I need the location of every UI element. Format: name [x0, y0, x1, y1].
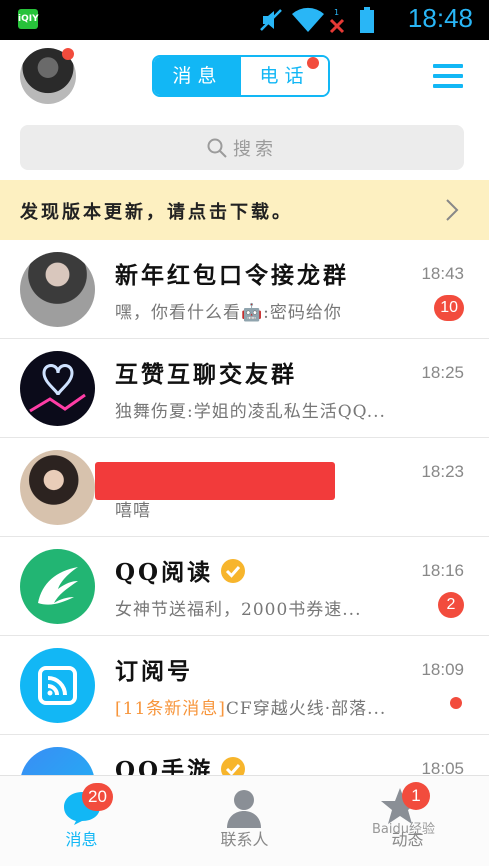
conversation-preview: 独舞伤夏:学姐的凌乱私生活QQ...: [115, 402, 386, 422]
search-bar[interactable]: 搜索: [20, 125, 464, 170]
unread-count-badge: 2: [438, 592, 464, 618]
conversation-row[interactable]: 互赞互聊交友群 独舞伤夏:学姐的凌乱私生活QQ... 18:25: [0, 339, 489, 438]
group-avatar: [20, 351, 95, 426]
group-avatar: [20, 252, 95, 327]
tab-label: 联系人: [220, 830, 269, 849]
conversation-title: 互赞互聊交友群: [115, 361, 297, 388]
iqiyi-app-icon: iQIY: [18, 9, 39, 29]
conversation-row[interactable]: QQ阅读 女神节送福利，2000书券速... 18:16 2: [0, 537, 489, 636]
conversation-time: 18:16: [421, 561, 464, 580]
verified-badge-icon: [221, 559, 246, 583]
search-placeholder: 搜索: [233, 138, 277, 160]
mute-icon: [260, 9, 282, 31]
conversation-preview-text: CF穿越火线·部落...: [225, 699, 387, 719]
subscription-avatar: [20, 648, 95, 723]
qq-reader-avatar: [20, 549, 95, 624]
redacted-name: [95, 462, 335, 500]
tab-contacts[interactable]: 联系人: [163, 776, 326, 866]
conversation-title: 订阅号: [115, 658, 193, 685]
clock: 18:48: [407, 3, 473, 33]
feed-badge: 1: [402, 782, 430, 810]
conversation-preview: 女神节送福利，2000书券速...: [115, 600, 362, 620]
status-icons: 1: [259, 6, 379, 34]
chevron-right-icon: [446, 199, 459, 221]
messages-badge: 20: [82, 783, 113, 811]
conversation-row[interactable]: 嘻嘻 18:23: [0, 438, 489, 537]
top-header: 消息 电话: [0, 40, 489, 118]
watermark: Baidu经验: [372, 822, 435, 837]
conversation-time: 18:23: [421, 462, 464, 481]
no-signal-icon: 1: [329, 8, 345, 34]
conversation-preview: [11条新消息]CF穿越火线·部落...: [115, 694, 415, 719]
calls-notification-dot: [307, 57, 319, 69]
wifi-icon: [292, 7, 324, 32]
update-banner-text: 发现版本更新，请点击下载。: [20, 202, 293, 223]
update-banner[interactable]: 发现版本更新，请点击下载。: [0, 180, 489, 240]
new-message-count: [11条新消息]: [115, 699, 226, 719]
conversation-preview: 嘿，你看什么看🤖:密码给你: [115, 303, 342, 323]
conversation-title: QQ阅读: [115, 553, 247, 587]
conversation-row[interactable]: 订阅号 [11条新消息]CF穿越火线·部落... 18:09: [0, 636, 489, 735]
search-icon: [207, 138, 227, 158]
conversation-row[interactable]: 新年红包口令接龙群 嘿，你看什么看🤖:密码给你 18:43 10: [0, 240, 489, 339]
message-call-switch: 消息 电话: [152, 55, 330, 97]
conversation-time: 18:43: [421, 264, 464, 283]
menu-button[interactable]: [433, 64, 463, 88]
tab-label: 消息: [65, 830, 98, 849]
conversation-time: 18:25: [421, 363, 464, 382]
avatar-notification-dot: [62, 48, 74, 60]
tab-messages[interactable]: 消息: [154, 57, 241, 95]
battery-icon: [360, 7, 374, 33]
conversation-time: 18:09: [421, 660, 464, 679]
unread-count-badge: 10: [434, 295, 464, 321]
unread-dot: [450, 697, 462, 709]
conversation-title-text: QQ阅读: [115, 559, 214, 586]
tab-messages-bottom[interactable]: 20 消息: [0, 776, 163, 866]
conversation-title: 新年红包口令接龙群: [115, 262, 349, 289]
conversation-preview: 嘻嘻: [115, 501, 151, 521]
contact-avatar: [20, 450, 95, 525]
status-bar: iQIY 1 18:48: [0, 0, 489, 40]
contacts-person-icon: [227, 790, 261, 828]
svg-text:1: 1: [334, 8, 339, 17]
